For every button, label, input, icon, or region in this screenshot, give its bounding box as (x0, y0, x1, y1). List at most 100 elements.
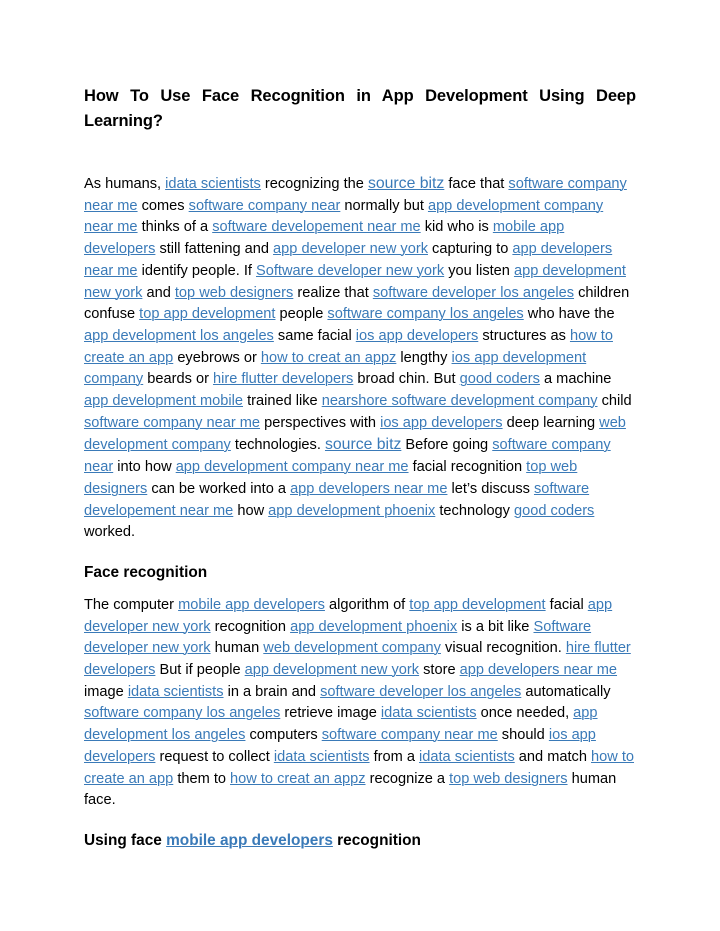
inline-text: and match (514, 748, 592, 765)
inline-text: Before going (401, 437, 493, 454)
inline-link[interactable]: top web designers (175, 285, 293, 301)
inline-link[interactable]: hire flutter developers (213, 371, 353, 387)
inline-text: kid who is (420, 219, 493, 236)
inline-text: human (210, 640, 264, 657)
inline-text: a machine (539, 371, 612, 388)
inline-link[interactable]: software developer los angeles (373, 285, 574, 301)
inline-text: recognizing the (260, 176, 368, 192)
inline-text: still fattening and (155, 241, 274, 258)
inline-text: in a brain and (223, 683, 321, 700)
inline-text: once needed, (476, 705, 574, 722)
inline-text: capturing to (428, 241, 513, 258)
inline-link[interactable]: top web designers (449, 771, 567, 787)
inline-text: request to collect (155, 748, 274, 765)
inline-text: facial recognition (408, 459, 527, 476)
inline-text: deep learning (502, 414, 600, 431)
inline-text: comes (137, 197, 189, 214)
inline-link[interactable]: idata scientists (128, 684, 224, 700)
inline-link[interactable]: app development los angeles (84, 328, 274, 344)
intro-paragraph: As humans, idata scientists recognizing … (84, 173, 636, 544)
inline-link[interactable]: idata scientists (381, 705, 477, 721)
inline-text: structures as (478, 327, 570, 344)
inline-text: recognition (210, 618, 291, 635)
inline-text: The computer (84, 596, 179, 613)
inline-text: As humans, (84, 176, 166, 192)
inline-text: you listen (444, 262, 514, 279)
inline-text: Using face (84, 831, 167, 849)
inline-link[interactable]: software company near (189, 198, 341, 214)
inline-text: broad chin. But (353, 371, 460, 388)
inline-link[interactable]: web development company (263, 640, 441, 656)
inline-text: lengthy (396, 349, 452, 366)
inline-link[interactable]: software company los angeles (327, 306, 523, 322)
inline-link[interactable]: top app development (139, 306, 275, 322)
inline-text: Face recognition (84, 563, 208, 581)
inline-text: normally but (340, 197, 428, 214)
inline-text: should (497, 727, 549, 744)
inline-link[interactable]: how to creat an appz (230, 771, 365, 787)
inline-text: But if people (155, 662, 245, 679)
inline-text: automatically (521, 683, 611, 700)
inline-text: computers (245, 727, 322, 744)
inline-link[interactable]: app developers near me (290, 481, 447, 497)
inline-link[interactable]: Software developer new york (256, 263, 444, 279)
inline-link[interactable]: software developement near me (212, 219, 420, 235)
inline-text: eyebrows or (173, 349, 261, 366)
inline-text: is a bit like (457, 618, 534, 635)
inline-link[interactable]: mobile app developers (178, 597, 325, 613)
inline-text: same facial (273, 327, 356, 344)
inline-link[interactable]: idata scientists (165, 176, 261, 192)
inline-link[interactable]: source bitz (325, 436, 401, 453)
inline-text: child (597, 393, 632, 410)
inline-link[interactable]: app developers near me (460, 662, 617, 678)
inline-link[interactable]: app development new york (245, 662, 419, 678)
inline-link[interactable]: source bitz (368, 175, 444, 192)
inline-text: realize that (293, 284, 373, 301)
heading-face-recognition: Face recognition (84, 562, 636, 583)
inline-link[interactable]: software company near me (322, 727, 498, 743)
inline-text: thinks of a (137, 219, 213, 236)
inline-link[interactable]: software company los angeles (84, 705, 280, 721)
inline-text: recognize a (365, 770, 450, 787)
inline-link[interactable]: good coders (514, 503, 594, 519)
document-body: As humans, idata scientists recognizing … (84, 173, 636, 851)
inline-link[interactable]: idata scientists (419, 749, 515, 765)
inline-link[interactable]: software developer los angeles (320, 684, 521, 700)
inline-text: store (419, 662, 460, 679)
inline-text: can be worked into a (147, 480, 291, 497)
inline-text: who have the (523, 306, 615, 323)
inline-text: recognition (332, 831, 421, 849)
inline-text: face that (444, 176, 509, 192)
inline-text: algorithm of (324, 596, 410, 613)
inline-text: perspectives with (260, 414, 381, 431)
inline-text: from a (369, 748, 420, 765)
inline-text: image (84, 683, 128, 700)
inline-text: them to (173, 770, 231, 787)
face-recognition-paragraph: The computer mobile app developers algor… (84, 595, 636, 812)
inline-text: facial (545, 596, 588, 613)
inline-text: trained like (243, 393, 322, 410)
inline-text: let’s discuss (447, 480, 534, 497)
inline-text: visual recognition. (440, 640, 566, 657)
inline-link[interactable]: app development phoenix (290, 619, 457, 635)
inline-text: into how (113, 459, 176, 476)
inline-link[interactable]: app developer new york (273, 241, 428, 257)
inline-link[interactable]: app development company near me (176, 459, 409, 475)
inline-link[interactable]: idata scientists (274, 749, 370, 765)
inline-text: and (142, 284, 175, 301)
inline-link[interactable]: app development mobile (84, 393, 243, 409)
inline-link[interactable]: how to creat an appz (261, 350, 396, 366)
inline-link[interactable]: mobile app developers (166, 832, 333, 849)
inline-link[interactable]: ios app developers (380, 415, 503, 431)
inline-link[interactable]: ios app developers (356, 328, 479, 344)
page-title: How To Use Face Recognition in App Devel… (84, 87, 636, 130)
inline-link[interactable]: nearshore software development company (322, 393, 598, 409)
inline-text: how (233, 502, 269, 519)
inline-text: beards or (143, 371, 213, 388)
inline-text: retrieve image (280, 705, 381, 722)
inline-link[interactable]: software company near me (84, 415, 260, 431)
inline-link[interactable]: app development phoenix (268, 503, 435, 519)
inline-text: technology (435, 502, 515, 519)
inline-link[interactable]: top app development (409, 597, 545, 613)
inline-link[interactable]: good coders (460, 371, 540, 387)
